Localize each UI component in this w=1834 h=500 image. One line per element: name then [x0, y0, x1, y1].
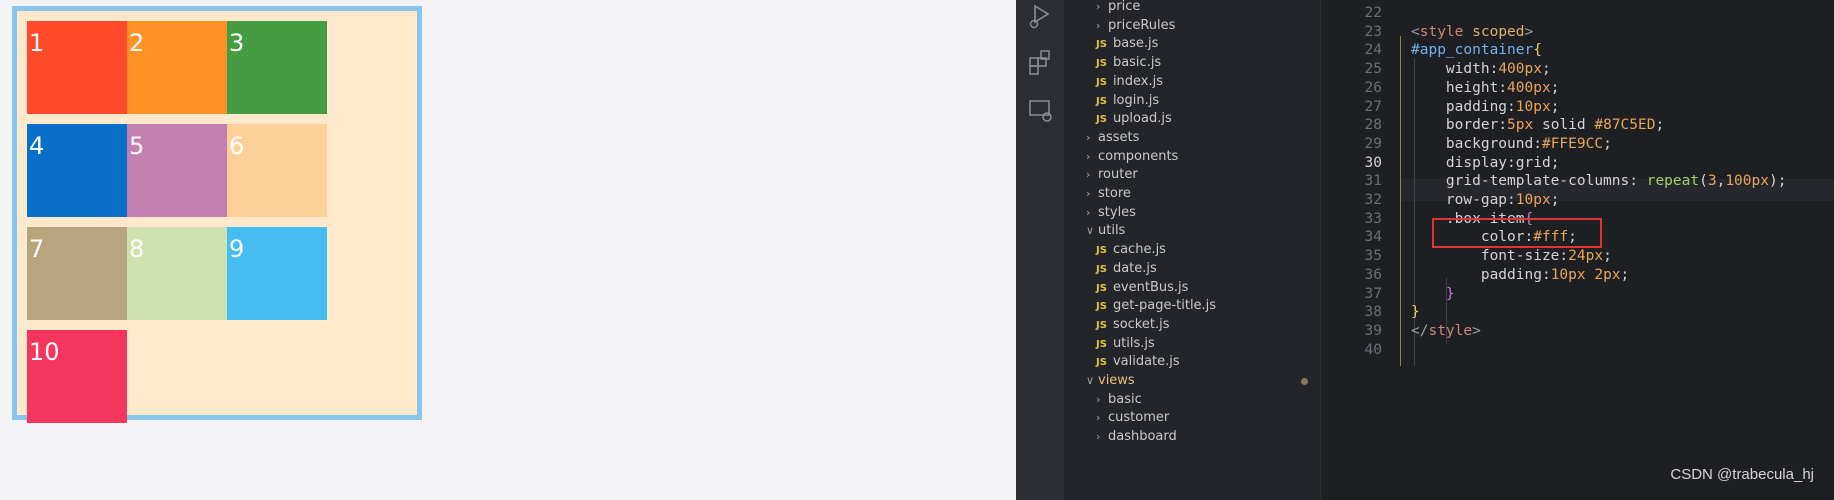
tree-item-label: dashboard [1108, 429, 1177, 445]
chevron-right-icon: › [1096, 392, 1101, 406]
tree-item-label: get-page-title.js [1112, 298, 1217, 314]
app-container-preview: 1 2 3 4 5 6 7 8 9 10 [12, 6, 422, 423]
js-file-icon: JS [1096, 301, 1107, 313]
tree-item-label: price [1108, 0, 1141, 14]
tree-item-label: store [1098, 186, 1131, 201]
tree-item-label: utils.js [1112, 335, 1155, 351]
box-item: 2 [127, 21, 227, 114]
folder-item[interactable]: › basic [1096, 390, 1320, 410]
chevron-right-icon: › [1086, 149, 1091, 163]
tree-item-label: socket.js [1112, 316, 1170, 332]
box-item: 4 [27, 124, 127, 217]
box-item: 6 [227, 124, 327, 217]
js-file-icon: JS [1096, 319, 1107, 331]
chevron-down-icon: ∨ [1086, 374, 1095, 387]
folder-item[interactable]: › priceRules [1096, 16, 1320, 36]
chevron-right-icon: › [1096, 18, 1101, 32]
tree-item-label: upload.js [1112, 111, 1172, 127]
file-item[interactable]: JS eventBus.js [1096, 278, 1320, 298]
folder-item[interactable]: › store [1086, 184, 1320, 204]
folder-item[interactable]: ∨ utils [1086, 221, 1320, 241]
box-item: 9 [227, 227, 327, 320]
file-item[interactable]: JS login.js [1096, 91, 1320, 111]
activity-bar [1016, 0, 1064, 500]
tree-item-label: eventBus.js [1112, 279, 1189, 295]
modified-dot-icon [1301, 378, 1308, 385]
tree-item-label: base.js [1112, 36, 1159, 52]
js-file-icon: JS [1096, 338, 1107, 350]
js-file-icon: JS [1096, 58, 1107, 70]
chevron-right-icon: › [1086, 205, 1091, 219]
tree-item-label: index.js [1112, 73, 1164, 89]
box-item: 8 [127, 227, 227, 320]
folder-item[interactable]: › styles [1086, 203, 1320, 223]
box-item: 10 [27, 330, 127, 423]
code-area[interactable]: 22 23 <style scoped> 24 #app_container{25 wi… [1340, 0, 1834, 500]
remote-explorer-icon[interactable] [1026, 96, 1054, 124]
file-item[interactable]: JS get-page-title.js [1096, 296, 1320, 316]
file-item[interactable]: JS socket.js [1096, 315, 1320, 335]
tree-item-label: assets [1098, 129, 1140, 145]
tree-item-label: priceRules [1108, 17, 1176, 33]
code-line[interactable]: 40 [1340, 339, 1834, 361]
explorer-scrollbar[interactable] [1320, 0, 1341, 500]
tree-item-label: router [1098, 167, 1138, 183]
tree-item-label: validate.js [1112, 354, 1180, 370]
line-number: 40 [1364, 341, 1382, 358]
tree-item-label: date.js [1112, 260, 1157, 276]
file-item[interactable]: JS upload.js [1096, 109, 1320, 129]
js-file-icon: JS [1096, 263, 1107, 275]
js-file-icon: JS [1096, 357, 1107, 369]
js-file-icon: JS [1096, 245, 1107, 257]
chevron-right-icon: › [1086, 187, 1091, 200]
folder-item[interactable]: › customer [1096, 408, 1320, 428]
file-item[interactable]: JS cache.js [1096, 240, 1320, 260]
file-item[interactable]: JS validate.js [1096, 352, 1320, 372]
file-item[interactable]: JS basic.js [1096, 53, 1320, 73]
js-file-icon: JS [1096, 95, 1107, 107]
code-editor-window: › price › priceRules JS base.js JS basic.js JS in… [1016, 0, 1834, 500]
js-file-icon: JS [1096, 76, 1107, 88]
chevron-right-icon: › [1096, 0, 1101, 13]
folder-item[interactable]: › assets [1086, 128, 1320, 148]
js-file-icon: JS [1096, 114, 1107, 126]
tree-item-label: basic.js [1112, 55, 1162, 71]
extensions-icon[interactable] [1026, 48, 1054, 76]
tree-item-label: login.js [1112, 92, 1160, 108]
box-item: 7 [27, 227, 127, 320]
tree-item-label: basic [1108, 391, 1142, 407]
chevron-right-icon: › [1096, 411, 1101, 425]
file-item[interactable]: JS index.js [1096, 72, 1320, 92]
box-item: 5 [127, 124, 227, 217]
watermark: CSDN @trabecula_hj [1670, 466, 1814, 483]
box-grid: 1 2 3 4 5 6 7 8 9 10 [27, 21, 407, 423]
tree-item-label: customer [1108, 410, 1170, 426]
folder-item[interactable]: › price [1096, 0, 1320, 17]
folder-item[interactable]: › router [1086, 165, 1320, 185]
file-item[interactable]: JS utils.js [1096, 334, 1320, 354]
js-file-icon: JS [1096, 282, 1107, 294]
chevron-right-icon: › [1096, 430, 1101, 444]
js-file-icon: JS [1096, 39, 1107, 51]
tree-item-label: cache.js [1112, 242, 1166, 258]
tree-item-label: utils [1098, 223, 1126, 239]
folder-item[interactable]: ∨ views [1086, 371, 1320, 391]
run-debug-icon[interactable] [1026, 2, 1054, 30]
file-item[interactable]: JS base.js [1096, 34, 1320, 54]
tree-item-label: styles [1098, 204, 1136, 220]
file-item[interactable]: JS date.js [1096, 259, 1320, 279]
chevron-down-icon: ∨ [1086, 224, 1095, 238]
folder-item[interactable]: › dashboard [1096, 427, 1320, 447]
file-explorer: › price › priceRules JS base.js JS basic.js JS in… [1064, 0, 1320, 500]
chevron-right-icon: › [1086, 168, 1091, 182]
box-item: 1 [27, 21, 127, 114]
tree-item-label: components [1098, 148, 1179, 164]
chevron-right-icon: › [1086, 130, 1091, 144]
tree-item-label: views [1098, 373, 1135, 388]
annotation-box [1432, 218, 1602, 248]
box-item: 3 [227, 21, 327, 114]
folder-item[interactable]: › components [1086, 147, 1320, 167]
